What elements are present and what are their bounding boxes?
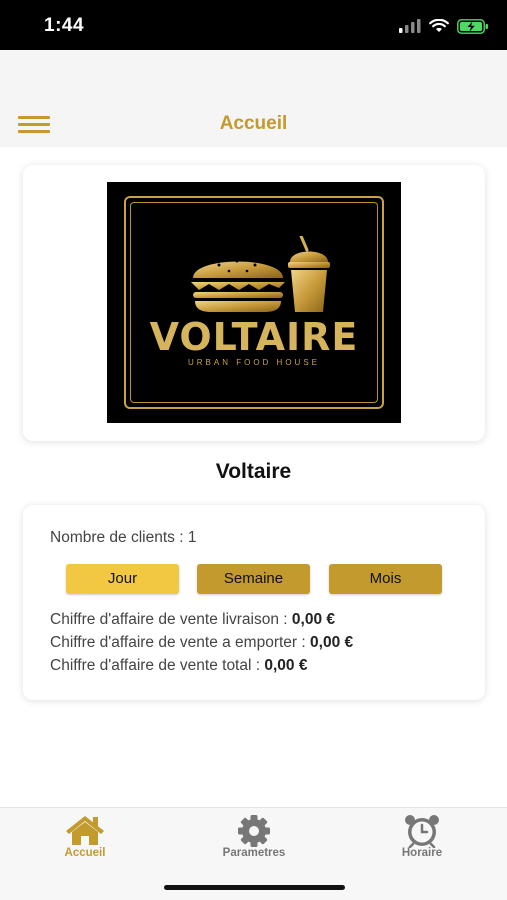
tab-parametres[interactable]: Parametres — [184, 808, 324, 878]
tab-accueil[interactable]: Accueil — [15, 808, 155, 878]
home-icon — [66, 816, 104, 845]
clients-count: Nombre de clients : 1 — [50, 529, 196, 547]
milkshake-icon — [288, 236, 330, 312]
home-indicator — [164, 885, 345, 890]
alarm-clock-icon — [405, 815, 439, 848]
app-header: Accueil — [0, 50, 507, 147]
period-week-button[interactable]: Semaine — [197, 564, 310, 594]
revenue-value: 0,00 € — [291, 611, 336, 628]
restaurant-logo: VOLTAIRE URBAN FOOD HOUSE — [107, 182, 401, 423]
restaurant-name: Voltaire — [215, 460, 292, 483]
gear-icon — [238, 815, 270, 847]
stats-card: Nombre de clients : 1 Jour Semaine Mois … — [23, 505, 485, 700]
tab-label: Accueil — [64, 847, 106, 859]
revenue-label: Chiffre d'affaire de vente total : — [50, 657, 265, 674]
logo-tagline: URBAN FOOD HOUSE — [187, 358, 320, 367]
revenue-label: Chiffre d'affaire de vente livraison : — [50, 611, 292, 628]
clients-value: 1 — [187, 529, 197, 546]
wifi-icon — [429, 19, 449, 32]
revenue-takeaway: Chiffre d'affaire de vente a emporter : … — [50, 634, 353, 652]
status-icons — [399, 16, 489, 36]
period-month-button[interactable]: Mois — [329, 564, 442, 594]
tab-horaire[interactable]: Horaire — [352, 808, 492, 878]
revenue-label: Chiffre d'affaire de vente a emporter : — [50, 634, 311, 651]
period-day-button[interactable]: Jour — [66, 564, 179, 594]
clients-label: Nombre de clients : — [50, 529, 188, 546]
battery-charging-icon — [457, 18, 488, 34]
revenue-total: Chiffre d'affaire de vente total : 0,00 … — [50, 657, 307, 675]
revenue-value: 0,00 € — [264, 657, 308, 674]
tab-label: Parametres — [222, 847, 286, 859]
status-time: 1:44 — [44, 15, 85, 36]
revenue-delivery: Chiffre d'affaire de vente livraison : 0… — [50, 611, 335, 629]
cellular-signal-icon — [399, 19, 421, 33]
logo-wordmark: VOLTAIRE — [149, 315, 359, 359]
revenue-value: 0,00 € — [310, 634, 354, 651]
tab-label: Horaire — [401, 847, 443, 859]
status-bar: 1:44 — [0, 0, 507, 50]
burger-icon — [191, 259, 285, 312]
restaurant-logo-card: VOLTAIRE URBAN FOOD HOUSE — [23, 165, 485, 441]
page-title: Accueil — [219, 113, 288, 134]
